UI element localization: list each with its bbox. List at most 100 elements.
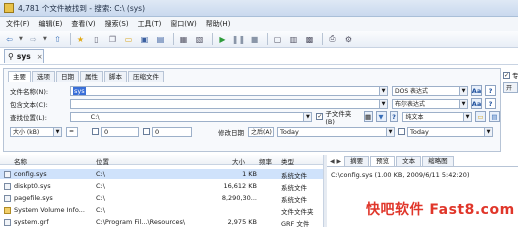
menu-help[interactable]: 帮助(H) — [206, 19, 231, 29]
subfolders-checkbox[interactable]: ✓ 子文件夹(B) — [316, 108, 360, 126]
table-row[interactable]: pagefile.sys C:\ 8,290,30... 系统文件 — [0, 193, 323, 204]
sidebar-option[interactable]: ✓ 专 — [503, 70, 518, 80]
save-icon[interactable]: ▣ — [138, 33, 151, 46]
column-location[interactable]: 位置 — [96, 156, 109, 166]
help-icon[interactable]: ? — [389, 111, 399, 122]
filter-icon[interactable]: ▼ — [375, 111, 387, 122]
tab-preview[interactable]: 预览 — [370, 156, 396, 166]
location-dropdown-icon[interactable]: ▼ — [304, 111, 313, 122]
row-size: 8,290,30... — [221, 194, 257, 202]
filename-mode-dropdown-icon[interactable]: ▼ — [460, 85, 468, 96]
window-icon[interactable]: ▢ — [271, 33, 284, 46]
forward-icon[interactable]: ⇨ — [27, 33, 40, 46]
preview-nav-arrows-icon[interactable]: ◀ ▶ — [330, 158, 341, 165]
size-max-checkbox[interactable] — [143, 128, 150, 135]
back-icon[interactable]: ⇦ — [3, 33, 16, 46]
file-icon — [4, 183, 11, 190]
filename-input[interactable]: sys — [70, 85, 380, 96]
tab-attributes[interactable]: 属性 — [80, 71, 103, 82]
help-icon[interactable]: ? — [485, 85, 496, 96]
location-input[interactable]: C:\ — [69, 111, 305, 122]
match-case-icon[interactable]: Aa — [471, 98, 482, 109]
row-size: 16,612 KB — [223, 182, 257, 190]
close-icon[interactable]: × — [37, 53, 43, 61]
date-from-dropdown-icon[interactable]: ▼ — [387, 126, 395, 137]
new-icon[interactable]: ▯ — [90, 33, 103, 46]
tab-text[interactable]: 文本 — [396, 156, 422, 166]
tab-summary[interactable]: 摘要 — [344, 156, 370, 166]
size-min-checkbox[interactable] — [92, 128, 99, 135]
file-icon — [4, 195, 11, 202]
table-row[interactable]: config.sys C:\ 1 KB 系统文件 — [0, 169, 323, 180]
tab-date[interactable]: 日期 — [56, 71, 79, 82]
save-location-icon[interactable]: ▤ — [489, 111, 500, 122]
filename-row: 文件名称(N): sys ▼ DOS 表达式 ▼ Aa ? — [10, 85, 496, 96]
folder-options-icon[interactable]: ▦ — [363, 111, 373, 122]
settings-icon[interactable]: ⚙ — [342, 33, 355, 46]
tab-archives[interactable]: 压缩文件 — [128, 71, 164, 82]
print-icon[interactable]: ⎙ — [326, 33, 339, 46]
size-max-input[interactable]: 0 — [152, 126, 192, 137]
tab-script[interactable]: 脚本 — [104, 71, 127, 82]
filename-label: 文件名称(N): — [10, 87, 49, 96]
date-from-input[interactable]: Today — [277, 126, 387, 137]
tab-options[interactable]: 选项 — [32, 71, 55, 82]
folder-icon — [4, 207, 11, 214]
menu-view[interactable]: 查看(V) — [71, 19, 95, 29]
tab-main[interactable]: 主要 — [8, 71, 31, 82]
star-icon[interactable]: ★ — [74, 33, 87, 46]
up-icon[interactable]: ⇧ — [51, 33, 64, 46]
file-type-select[interactable]: 纯文本 — [402, 111, 465, 122]
search-tab[interactable]: ⚲ sys × — [4, 49, 44, 63]
save-all-icon[interactable]: ▤ — [154, 33, 167, 46]
date-to-checkbox[interactable] — [398, 128, 405, 135]
date-to-input[interactable]: Today — [407, 126, 485, 137]
tile-icon[interactable]: ▩ — [303, 33, 316, 46]
filename-mode-select[interactable]: DOS 表达式 — [392, 85, 460, 96]
stop-icon[interactable]: ■ — [248, 33, 261, 46]
table-row[interactable]: System Volume Info... C:\ 文件文件夹 — [0, 205, 323, 216]
contains-dropdown-icon[interactable]: ▼ — [380, 98, 388, 109]
tab-thumbnail[interactable]: 缩略图 — [422, 156, 454, 166]
contains-mode-select[interactable]: 布尔表达式 — [392, 98, 460, 109]
copy-icon[interactable]: ❐ — [106, 33, 119, 46]
print-preview-icon[interactable]: ▦ — [177, 33, 190, 46]
menu-tools[interactable]: 工具(T) — [138, 19, 162, 29]
table-row[interactable]: diskpt0.sys C:\ 16,612 KB 系统文件 — [0, 181, 323, 192]
column-frequency[interactable]: 频率 — [259, 156, 272, 166]
filename-dropdown-icon[interactable]: ▼ — [380, 85, 388, 96]
browse-folder-icon[interactable]: ▭ — [475, 111, 487, 122]
export-icon[interactable]: ▧ — [193, 33, 206, 46]
file-type-dropdown-icon[interactable]: ▼ — [464, 111, 473, 122]
preview-tabs: ◀ ▶ 摘要 预览 文本 缩略图 — [327, 155, 518, 167]
date-to-dropdown-icon[interactable]: ▼ — [485, 126, 493, 137]
menu-search[interactable]: 搜索(S) — [105, 19, 129, 29]
pause-icon[interactable]: ❚❚ — [232, 33, 245, 46]
date-op-select[interactable]: 之后(A) — [248, 126, 274, 137]
back-dropdown-icon[interactable]: ▼ — [19, 33, 25, 46]
row-name: pagefile.sys — [14, 194, 53, 202]
play-icon[interactable]: ▶ — [216, 33, 229, 46]
contains-mode-dropdown-icon[interactable]: ▼ — [460, 98, 468, 109]
open-icon[interactable]: ▭ — [122, 33, 135, 46]
size-op-select[interactable]: = — [66, 126, 78, 137]
column-name[interactable]: 名称 — [14, 156, 27, 166]
help-icon[interactable]: ? — [485, 98, 496, 109]
size-min-input[interactable]: 0 — [101, 126, 139, 137]
size-op-value: = — [69, 128, 75, 135]
menu-file[interactable]: 文件(F) — [6, 19, 30, 29]
forward-dropdown-icon[interactable]: ▼ — [43, 33, 49, 46]
size-unit-dropdown-icon[interactable]: ▼ — [54, 126, 62, 137]
layout-icon[interactable]: ▥ — [287, 33, 300, 46]
match-case-icon[interactable]: Aa — [471, 85, 482, 96]
search-tab-label: sys — [16, 52, 31, 61]
file-icon — [4, 219, 11, 226]
size-unit-select[interactable]: 大小 (kB) — [10, 126, 54, 137]
column-type[interactable]: 类型 — [281, 156, 294, 166]
start-button[interactable]: 开 — [503, 82, 518, 93]
menu-edit[interactable]: 编辑(E) — [39, 19, 63, 29]
sidebar-check-icon: ✓ — [503, 71, 510, 79]
table-row[interactable]: system.grf C:\Program Fil...\Resources\ … — [0, 217, 323, 228]
menu-window[interactable]: 窗口(W) — [170, 19, 196, 29]
column-size[interactable]: 大小 — [232, 156, 245, 166]
